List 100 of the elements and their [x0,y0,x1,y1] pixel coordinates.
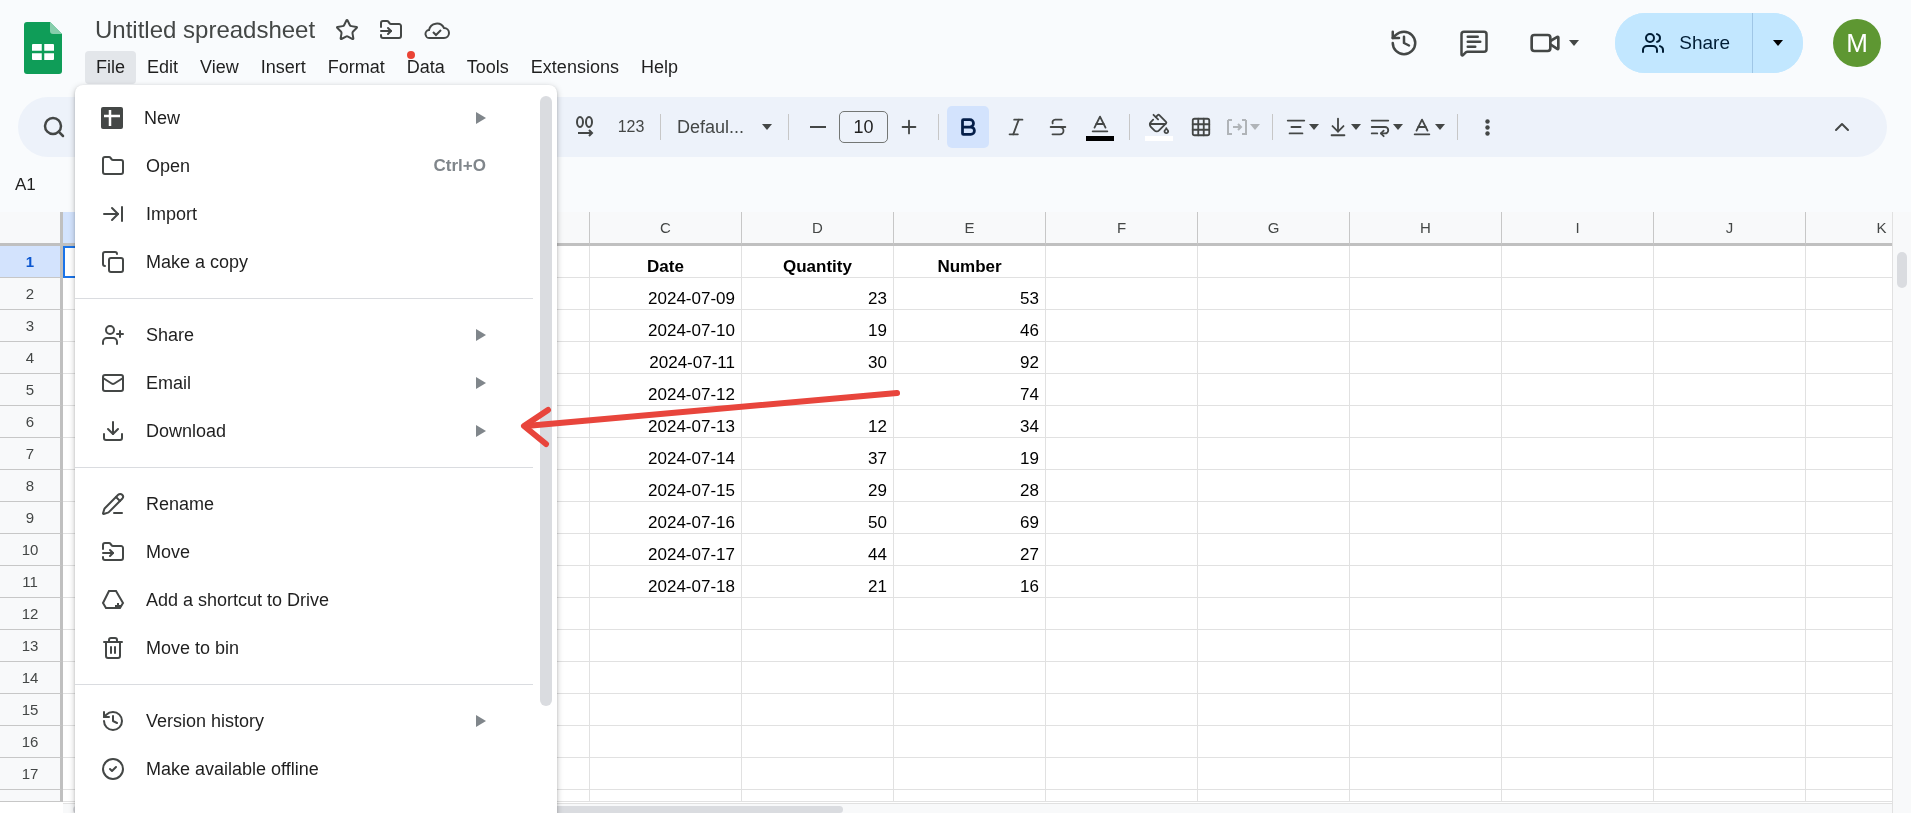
table-cell[interactable] [590,758,742,790]
table-cell[interactable] [1046,310,1198,342]
menu-item[interactable]: View [189,51,250,84]
table-cell[interactable] [1654,758,1806,790]
menu-option[interactable]: Import [75,190,533,238]
table-cell[interactable]: Number [894,246,1046,278]
table-cell[interactable] [1198,694,1350,726]
table-cell[interactable] [1350,246,1502,278]
table-cell[interactable]: 46 [894,310,1046,342]
table-cell[interactable] [742,630,894,662]
table-cell[interactable]: 53 [894,278,1046,310]
table-cell[interactable] [1502,406,1654,438]
table-cell[interactable] [1350,726,1502,758]
table-cell[interactable]: 19 [894,438,1046,470]
table-cell[interactable] [1654,662,1806,694]
number-format-button[interactable]: 123 [610,106,652,148]
table-cell[interactable]: 44 [742,534,894,566]
table-cell[interactable] [1198,246,1350,278]
row-header[interactable]: 4 [0,342,63,374]
row-header[interactable]: 7 [0,438,63,470]
table-cell[interactable] [1502,790,1654,802]
table-cell[interactable] [590,726,742,758]
table-cell[interactable]: 2024-07-13 [590,406,742,438]
column-header[interactable]: K [1806,212,1892,246]
table-cell[interactable] [1350,374,1502,406]
table-cell[interactable] [1198,758,1350,790]
table-cell[interactable] [894,726,1046,758]
avatar[interactable]: M [1833,19,1881,67]
menu-item[interactable]: Help [629,51,689,84]
table-cell[interactable] [1350,502,1502,534]
table-cell[interactable] [1654,246,1806,278]
table-cell[interactable]: 12 [742,406,894,438]
menu-option[interactable]: Make a copy [75,238,533,286]
table-cell[interactable] [1046,278,1198,310]
table-cell[interactable] [1654,694,1806,726]
column-header[interactable]: F [1046,212,1198,246]
table-cell[interactable] [742,598,894,630]
table-cell[interactable]: 28 [894,470,1046,502]
table-cell[interactable] [894,598,1046,630]
table-cell[interactable] [1350,438,1502,470]
table-cell[interactable] [1198,630,1350,662]
font-size-field[interactable]: 10 [839,111,889,143]
document-title[interactable]: Untitled spreadsheet [95,16,316,44]
table-cell[interactable] [590,790,742,802]
table-cell[interactable] [1046,566,1198,598]
row-header[interactable] [0,790,63,802]
table-cell[interactable] [1046,758,1198,790]
menu-item[interactable]: Data [395,51,456,84]
table-cell[interactable] [1046,374,1198,406]
row-header[interactable]: 16 [0,726,63,758]
table-cell[interactable]: 2024-07-15 [590,470,742,502]
table-cell[interactable] [1198,406,1350,438]
menu-option[interactable]: Make available offline [75,745,533,793]
menu-item[interactable]: Insert [249,51,317,84]
row-header[interactable]: 11 [0,566,63,598]
table-cell[interactable] [1046,406,1198,438]
table-cell[interactable]: 69 [894,502,1046,534]
table-cell[interactable] [894,662,1046,694]
table-cell[interactable]: 2024-07-12 [590,374,742,406]
table-cell[interactable] [1198,438,1350,470]
table-cell[interactable] [1046,790,1198,802]
table-cell[interactable] [1350,790,1502,802]
font-dropdown[interactable]: Defaul... [669,116,781,138]
table-cell[interactable] [1502,566,1654,598]
table-cell[interactable]: 30 [742,342,894,374]
table-cell[interactable] [1350,598,1502,630]
table-cell[interactable] [894,694,1046,726]
table-cell[interactable] [1502,534,1654,566]
table-cell[interactable] [590,694,742,726]
table-cell[interactable] [1046,630,1198,662]
table-cell[interactable] [1198,534,1350,566]
table-cell[interactable] [1350,534,1502,566]
table-cell[interactable] [590,630,742,662]
table-cell[interactable] [1654,310,1806,342]
menu-item[interactable]: File [85,51,136,84]
row-header[interactable]: 8 [0,470,63,502]
table-cell[interactable] [1654,726,1806,758]
table-cell[interactable]: 27 [894,534,1046,566]
comment-icon[interactable] [1459,28,1490,58]
table-cell[interactable] [590,598,742,630]
table-cell[interactable] [742,694,894,726]
table-cell[interactable] [1198,662,1350,694]
table-cell[interactable] [1502,438,1654,470]
menu-item[interactable]: Format [316,51,396,84]
name-box[interactable]: A1 [15,174,36,195]
menu-item[interactable]: Edit [136,51,190,84]
table-cell[interactable] [894,758,1046,790]
table-cell[interactable] [1046,502,1198,534]
row-header[interactable]: 2 [0,278,63,310]
table-cell[interactable]: 2024-07-18 [590,566,742,598]
share-button[interactable]: Share [1615,13,1753,73]
table-cell[interactable] [1654,438,1806,470]
table-cell[interactable]: 74 [894,374,1046,406]
table-cell[interactable] [1350,310,1502,342]
table-cell[interactable] [1198,502,1350,534]
table-cell[interactable] [742,758,894,790]
menu-option[interactable]: New [75,94,533,142]
menu-option[interactable]: Share [75,311,533,359]
bold-button[interactable] [947,106,990,148]
menu-option[interactable]: Download [75,407,533,455]
